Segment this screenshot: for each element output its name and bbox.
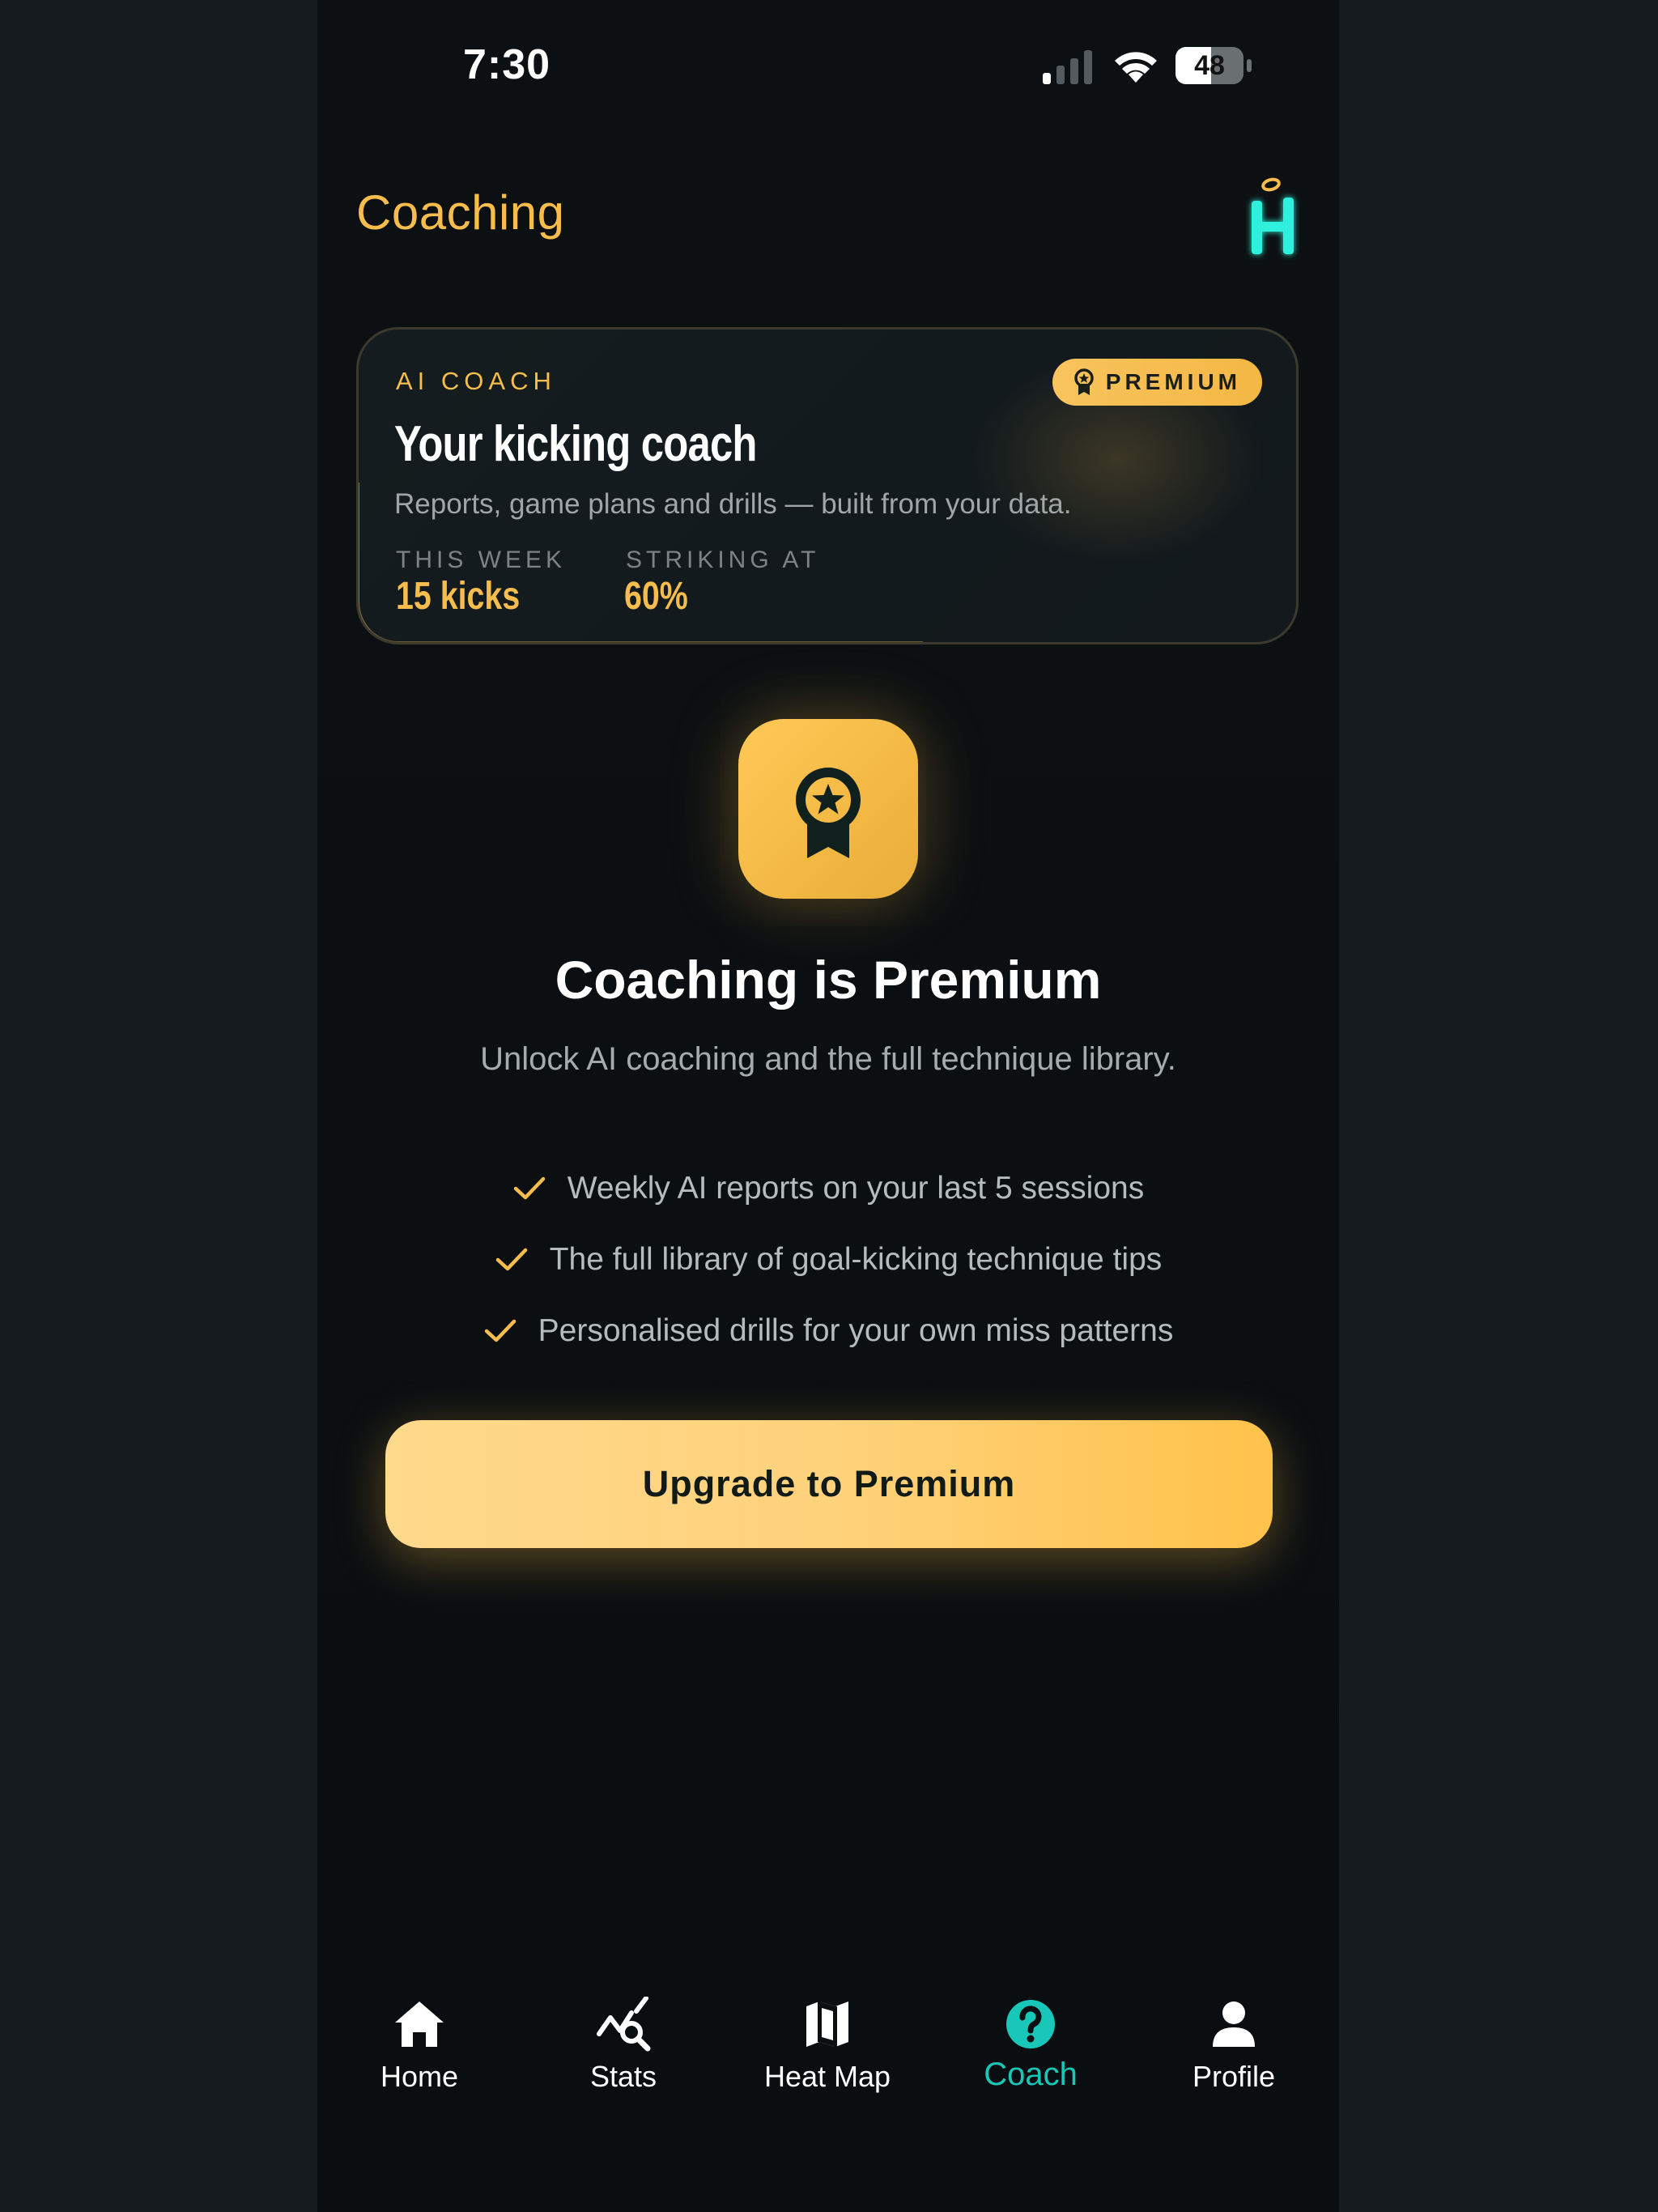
- checkmark-icon: [484, 1319, 516, 1342]
- stat-label-this-week: THIS WEEK: [396, 547, 567, 573]
- page-title: Coaching: [356, 185, 565, 240]
- upgrade-button[interactable]: Upgrade to Premium: [385, 1420, 1273, 1548]
- premium-badge-label: PREMIUM: [1105, 369, 1241, 394]
- tab-label-profile: Profile: [1192, 2060, 1276, 2093]
- status-time: 7:30: [463, 41, 551, 88]
- award-icon: [1074, 368, 1094, 395]
- cellular-signal-icon: [1043, 50, 1092, 84]
- tab-coach[interactable]: Coach: [942, 1997, 1120, 2093]
- map-icon: [806, 2001, 848, 2047]
- promo-title: Coaching is Premium: [555, 950, 1102, 1010]
- tab-label-stats: Stats: [589, 2060, 657, 2093]
- premium-badge: PREMIUM: [1052, 359, 1262, 406]
- stat-label-striking-at: STRIKING AT: [626, 547, 820, 573]
- feature-text: The full library of goal-kicking techniq…: [549, 1242, 1163, 1277]
- tab-heat-map[interactable]: Heat Map: [738, 1997, 916, 2094]
- tab-bar: Home Stats Heat Map Coach Profile: [317, 1997, 1339, 2134]
- battery-level: 48: [1194, 50, 1225, 81]
- feature-item: The full library of goal-kicking techniq…: [317, 1224, 1339, 1295]
- letterbox-left: [0, 0, 317, 2212]
- card-subtitle: Reports, game plans and drills — built f…: [394, 488, 1072, 520]
- stat-value-striking-at: 60%: [624, 575, 688, 618]
- feature-item: Weekly AI reports on your last 5 session…: [317, 1153, 1339, 1224]
- battery-indicator: 48: [1175, 47, 1253, 84]
- feature-text: Weekly AI reports on your last 5 session…: [567, 1171, 1145, 1206]
- stats-icon: [597, 1997, 651, 2052]
- checkmark-icon: [495, 1248, 527, 1271]
- person-icon: [1213, 2001, 1255, 2047]
- question-circle-icon: [1006, 2000, 1055, 2048]
- phone-screen: 7:30 48 Coaching AI COACH PREMIUM Your k…: [317, 0, 1339, 2212]
- checkmark-icon: [513, 1176, 546, 1200]
- tab-label-home: Home: [380, 2060, 459, 2093]
- tab-label-heat-map: Heat Map: [763, 2060, 891, 2093]
- home-icon: [395, 2001, 444, 2047]
- wifi-icon: [1115, 52, 1157, 83]
- app-logo-icon: [1252, 177, 1294, 254]
- feature-text: Personalised drills for your own miss pa…: [538, 1313, 1174, 1348]
- tab-profile[interactable]: Profile: [1145, 1997, 1323, 2094]
- promo-subtitle: Unlock AI coaching and the full techniqu…: [480, 1041, 1176, 1077]
- feature-item: Personalised drills for your own miss pa…: [317, 1295, 1339, 1367]
- tab-home[interactable]: Home: [330, 1997, 508, 2094]
- stat-value-this-week: 15 kicks: [396, 575, 521, 618]
- ai-coach-card[interactable]: AI COACH PREMIUM Your kicking coach Repo…: [356, 327, 1299, 644]
- feature-list: Weekly AI reports on your last 5 session…: [317, 1153, 1339, 1367]
- card-eyebrow: AI COACH: [396, 367, 556, 395]
- card-title: Your kicking coach: [394, 416, 757, 472]
- award-icon: [796, 768, 861, 858]
- tab-label-coach: Coach: [984, 2057, 1078, 2092]
- letterbox-right: [1339, 0, 1658, 2212]
- tab-stats[interactable]: Stats: [534, 1997, 712, 2094]
- premium-award-badge: [738, 719, 918, 899]
